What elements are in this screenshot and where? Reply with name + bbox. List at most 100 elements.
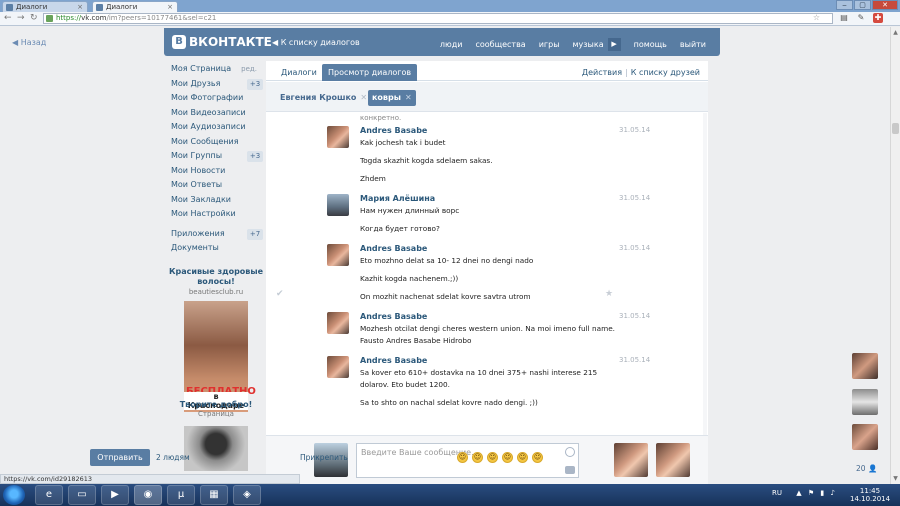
sidebar-item-audio[interactable]: Мои Аудиозаписи bbox=[171, 120, 265, 135]
play-icon[interactable]: ▶ bbox=[607, 38, 621, 51]
message-author[interactable]: Andres Basabe bbox=[360, 126, 427, 135]
nav-communities[interactable]: сообщества bbox=[475, 40, 525, 49]
sidebar-item-messages[interactable]: Мои Сообщения bbox=[171, 135, 265, 150]
participant-avatar[interactable] bbox=[656, 443, 690, 477]
friend-avatar[interactable] bbox=[852, 353, 878, 379]
extension-icon[interactable]: ✚ bbox=[873, 13, 883, 23]
close-window-button[interactable]: ✕ bbox=[872, 0, 898, 10]
flag-icon[interactable]: ⚑ bbox=[808, 489, 814, 497]
back-arrow-icon[interactable]: ← bbox=[4, 13, 12, 24]
browser-tab[interactable]: Диалоги × bbox=[2, 1, 88, 12]
ad-image[interactable]: БЕСПЛАТНО в Краснодаре bbox=[184, 301, 256, 412]
nav-help[interactable]: помощь bbox=[634, 40, 667, 49]
scroll-down-icon[interactable]: ▼ bbox=[892, 475, 899, 482]
language-indicator[interactable]: RU bbox=[772, 489, 782, 497]
minimize-button[interactable]: ‒ bbox=[836, 0, 853, 10]
send-button[interactable]: Отправить bbox=[90, 449, 150, 466]
close-tab-icon[interactable]: × bbox=[77, 2, 83, 12]
dialog-chip[interactable]: Евгения Крошко ✕ bbox=[276, 90, 371, 106]
sidebar-item-my-page[interactable]: Моя Страница ред. bbox=[171, 62, 265, 77]
ad-image[interactable] bbox=[184, 426, 248, 471]
star-icon[interactable]: ★ bbox=[605, 289, 613, 299]
media-player-icon[interactable]: ▶ bbox=[101, 485, 129, 505]
sidebar-item-apps[interactable]: Приложения +7 bbox=[171, 227, 265, 242]
message-author[interactable]: Andres Basabe bbox=[360, 312, 427, 321]
avatar[interactable] bbox=[327, 244, 349, 266]
sidebar-item-videos[interactable]: Мои Видеозаписи bbox=[171, 106, 265, 121]
tab-dialogs[interactable]: Диалоги bbox=[281, 68, 317, 77]
message-author[interactable]: Andres Basabe bbox=[360, 244, 427, 253]
settings-wrench-icon[interactable]: ✎ bbox=[856, 13, 866, 23]
emoji-grin-icon[interactable]: ☺ bbox=[472, 452, 483, 463]
friend-avatar[interactable] bbox=[852, 424, 878, 450]
reload-icon[interactable]: ↻ bbox=[30, 13, 38, 24]
nav-music[interactable]: музыка bbox=[573, 40, 604, 49]
message-input[interactable]: Введите Ваше сообщение.. bbox=[356, 443, 579, 478]
sidebar-item-documents[interactable]: Документы bbox=[171, 241, 265, 256]
avatar[interactable] bbox=[327, 194, 349, 216]
ie-icon[interactable]: e bbox=[35, 485, 63, 505]
back-link[interactable]: ◀ Назад bbox=[12, 38, 46, 47]
avatar[interactable] bbox=[327, 356, 349, 378]
sidebar-item-answers[interactable]: Мои Ответы bbox=[171, 178, 265, 193]
chrome-icon[interactable]: ◉ bbox=[134, 485, 162, 505]
checkmark-icon[interactable]: ✔ bbox=[276, 289, 284, 299]
friend-avatar[interactable] bbox=[852, 389, 878, 415]
sidebar-item-settings[interactable]: Мои Настройки bbox=[171, 207, 265, 222]
ad-title[interactable]: Красивые здоровые волосы! bbox=[166, 267, 266, 287]
ad-block[interactable]: Красивые здоровые волосы! beautiesclub.r… bbox=[166, 267, 266, 412]
sidebar-item-groups[interactable]: Мои Группы +3 bbox=[171, 149, 265, 164]
maximize-button[interactable]: ▢ bbox=[854, 0, 871, 10]
recipients-link[interactable]: 2 людям bbox=[156, 453, 190, 462]
emoji-laugh-icon[interactable]: ☺ bbox=[487, 452, 498, 463]
emoji-smile-icon[interactable]: ☺ bbox=[457, 452, 468, 463]
forward-arrow-icon[interactable]: → bbox=[17, 13, 25, 24]
close-icon[interactable]: ✕ bbox=[360, 93, 367, 102]
browser-tab-active[interactable]: Диалоги × bbox=[92, 1, 178, 12]
online-count[interactable]: 20 👤 bbox=[856, 464, 877, 473]
friends-list-link[interactable]: К списку друзей bbox=[631, 68, 700, 77]
nav-games[interactable]: игры bbox=[539, 40, 560, 49]
participant-avatar[interactable] bbox=[614, 443, 648, 477]
avatar[interactable] bbox=[327, 312, 349, 334]
sidebar-item-friends[interactable]: Мои Друзья +3 bbox=[171, 77, 265, 92]
scroll-thumb[interactable] bbox=[892, 123, 899, 134]
dialog-chip-active[interactable]: ковры ✕ bbox=[368, 90, 416, 106]
url-field[interactable]: https://vk.com/im?peers=10177461&sel=c21… bbox=[43, 13, 833, 24]
avatar[interactable] bbox=[327, 126, 349, 148]
page-menu-icon[interactable]: ▤ bbox=[839, 13, 849, 23]
security-icon[interactable]: ◈ bbox=[233, 485, 261, 505]
scroll-up-icon[interactable]: ▲ bbox=[892, 29, 899, 36]
sidebar-item-news[interactable]: Мои Новости bbox=[171, 164, 265, 179]
tray-arrow-icon[interactable]: ▲ bbox=[796, 489, 801, 497]
page-scrollbar[interactable]: ▲ ▼ bbox=[890, 27, 900, 485]
sidebar-item-bookmarks[interactable]: Мои Закладки bbox=[171, 193, 265, 208]
emoji-joy-icon[interactable]: ☺ bbox=[502, 452, 513, 463]
app-icon[interactable]: ▦ bbox=[200, 485, 228, 505]
actions-link[interactable]: Действия bbox=[582, 68, 622, 77]
vk-logo[interactable]: В ВКОНТАКТЕ bbox=[172, 35, 272, 49]
edit-link[interactable]: ред. bbox=[241, 62, 257, 77]
ad-title[interactable]: Творите добро! bbox=[166, 400, 266, 409]
attach-link[interactable]: Прикрепить bbox=[300, 453, 348, 462]
sidebar-item-photos[interactable]: Мои Фотографии bbox=[171, 91, 265, 106]
clock[interactable]: 11:45 14.10.2014 bbox=[850, 487, 890, 503]
message-author[interactable]: Мария Алёшина bbox=[360, 194, 435, 203]
nav-logout[interactable]: выйти bbox=[680, 40, 706, 49]
nav-people[interactable]: люди bbox=[440, 40, 463, 49]
network-icon[interactable]: ▮ bbox=[820, 489, 824, 497]
camera-icon[interactable] bbox=[565, 466, 575, 474]
emoji-wink-icon[interactable]: ☺ bbox=[517, 452, 528, 463]
smile-icon[interactable] bbox=[565, 447, 575, 457]
utorrent-icon[interactable]: µ bbox=[167, 485, 195, 505]
start-button[interactable] bbox=[3, 485, 25, 505]
close-tab-icon[interactable]: × bbox=[167, 2, 173, 12]
back-to-dialogs-link[interactable]: ◀ К списку диалогов bbox=[272, 38, 360, 47]
emoji-tongue-icon[interactable]: ☺ bbox=[532, 452, 543, 463]
volume-icon[interactable]: ♪ bbox=[830, 489, 834, 497]
message-scrollbar[interactable] bbox=[703, 113, 707, 435]
explorer-icon[interactable]: ▭ bbox=[68, 485, 96, 505]
bookmark-star-icon[interactable]: ☆ bbox=[813, 13, 820, 22]
tab-view-dialogs[interactable]: Просмотр диалогов bbox=[322, 64, 418, 81]
message-author[interactable]: Andres Basabe bbox=[360, 356, 427, 365]
